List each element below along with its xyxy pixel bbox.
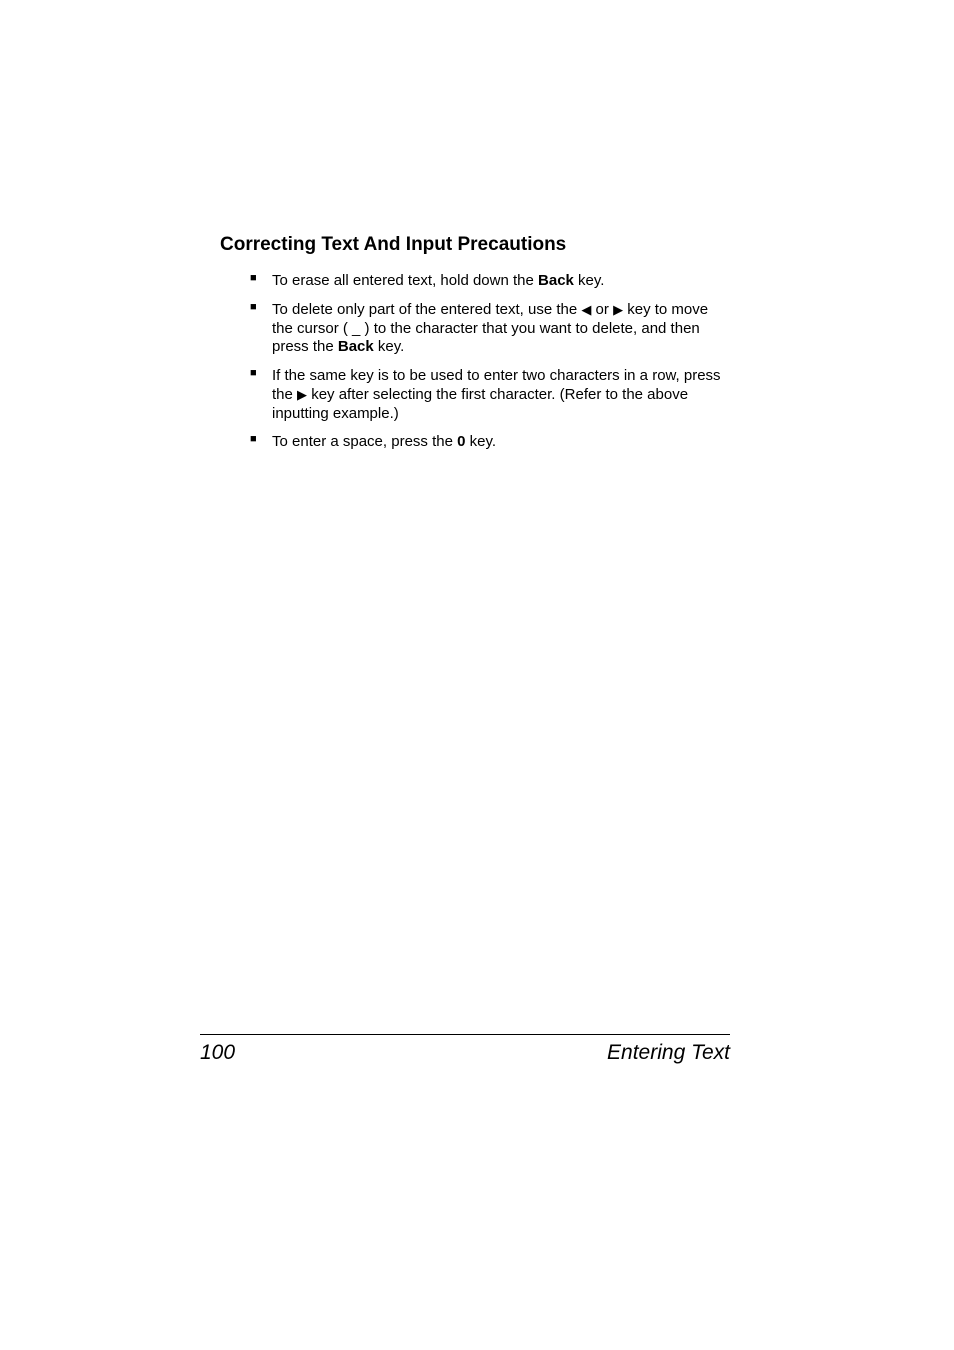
right-arrow-icon: ▶	[613, 302, 623, 317]
page-number: 100	[200, 1041, 235, 1065]
bullet-text: To delete only part of the entered text,…	[272, 301, 581, 318]
bullet-text: or	[591, 301, 613, 318]
section-heading: Correcting Text And Input Precautions	[220, 234, 730, 256]
list-item: To erase all entered text, hold down the…	[250, 272, 730, 291]
bullet-text: key after selecting the first character.…	[272, 386, 688, 422]
list-item: If the same key is to be used to enter t…	[250, 367, 730, 423]
page-footer: 100 Entering Text	[200, 1034, 730, 1065]
bullet-text: key.	[374, 338, 405, 355]
section-title: Entering Text	[607, 1041, 730, 1065]
bullet-text: key.	[465, 433, 496, 450]
list-item: To delete only part of the entered text,…	[250, 301, 730, 357]
bullet-text: key.	[574, 272, 605, 289]
bullet-list: To erase all entered text, hold down the…	[220, 272, 730, 452]
footer-divider	[200, 1034, 730, 1035]
bold-key-name: Back	[338, 338, 374, 355]
list-item: To enter a space, press the 0 key.	[250, 433, 730, 452]
bullet-text: To erase all entered text, hold down the	[272, 272, 538, 289]
right-arrow-icon: ▶	[297, 387, 307, 402]
bullet-text: To enter a space, press the	[272, 433, 457, 450]
bold-key-name: Back	[538, 272, 574, 289]
left-arrow-icon: ◀	[581, 302, 591, 317]
